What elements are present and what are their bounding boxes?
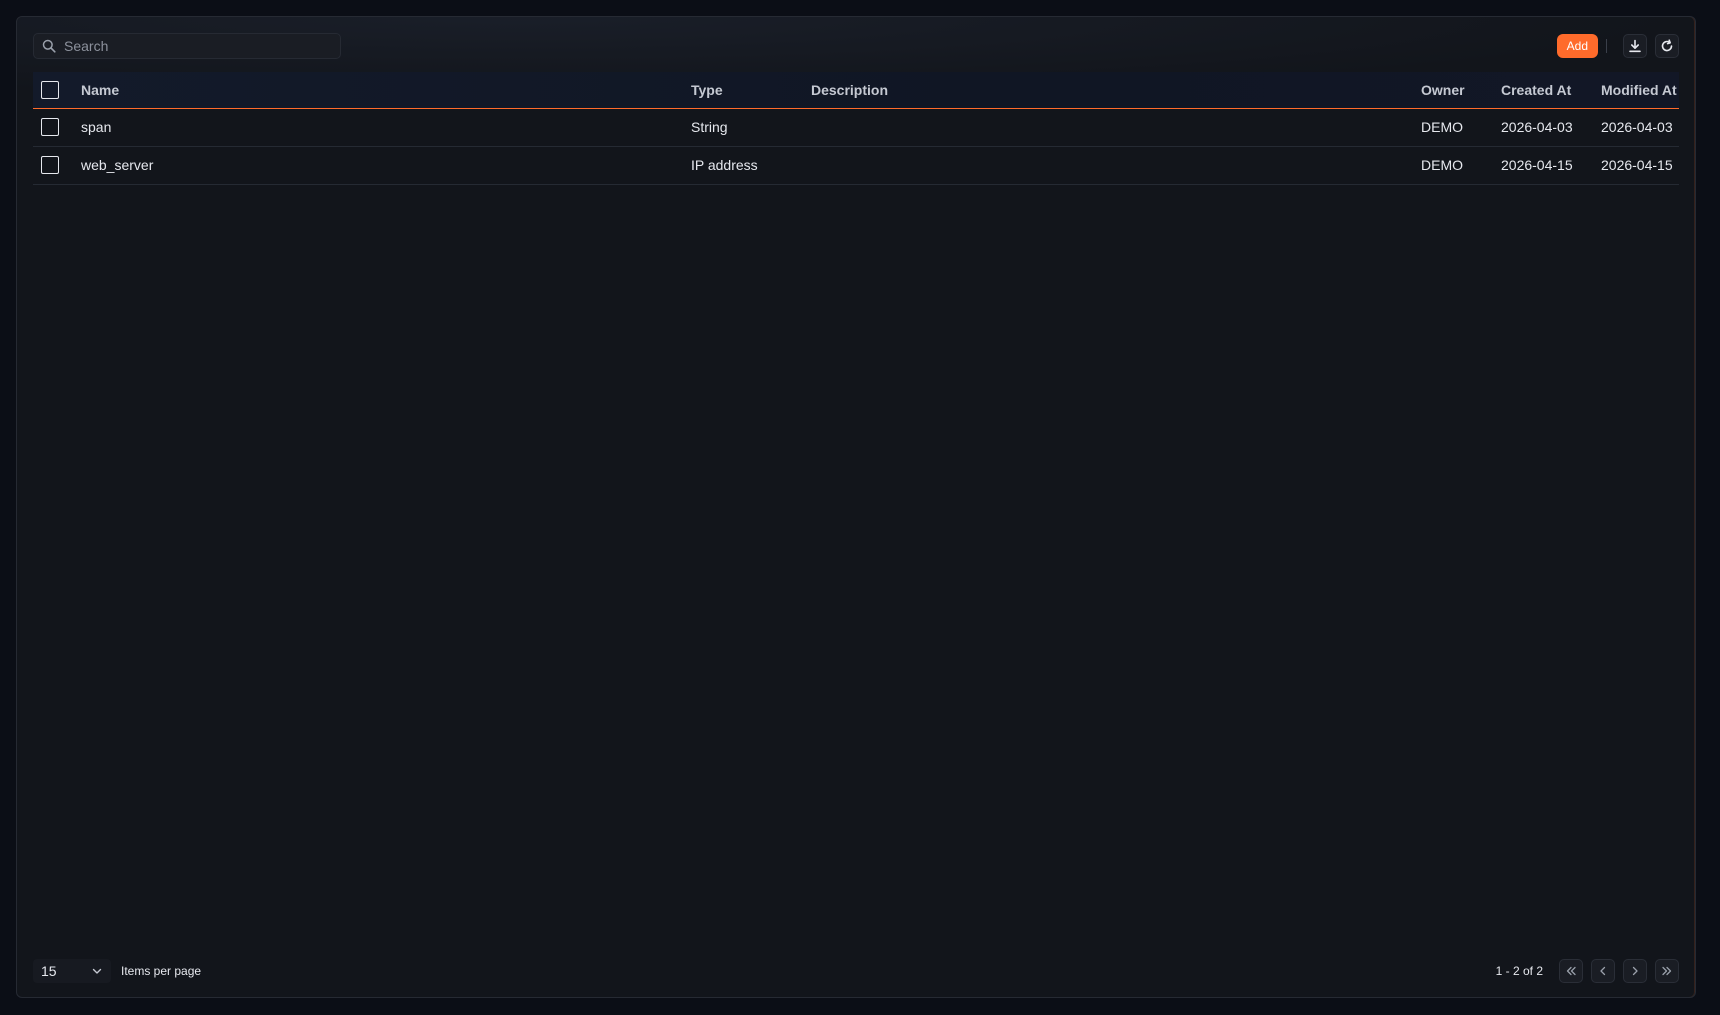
toolbar-divider [1606,39,1607,53]
download-button[interactable] [1623,34,1647,58]
table-body: span String DEMO 2026-04-03 2026-04-03 w… [33,108,1679,184]
table-header-row: Name Type Description Owner Created At M… [33,72,1679,109]
items-per-page-value: 15 [41,963,57,979]
cell-owner: DEMO [1421,119,1463,135]
chevron-left-icon [1600,966,1606,976]
cell-created-at: 2026-04-15 [1501,157,1573,173]
select-all-checkbox[interactable] [41,80,59,99]
double-chevron-left-icon [1566,966,1576,976]
row-select-cell [33,146,81,184]
table-header: Name Type Description Owner Created At M… [33,72,1679,109]
cell-owner: DEMO [1421,157,1463,173]
table-row[interactable]: web_server IP address DEMO 2026-04-15 20… [33,146,1679,184]
first-page-button[interactable] [1559,959,1583,983]
toolbar-actions: Add [1556,33,1679,59]
cell-modified-at: 2026-04-03 [1601,119,1673,135]
cell-created-at: 2026-04-03 [1501,119,1573,135]
double-chevron-right-icon [1662,966,1672,976]
cell-description [811,108,1421,146]
column-header-type[interactable]: Type [691,72,811,109]
items-per-page-label: Items per page [121,964,202,978]
pagination-range: 1 - 2 of 2 [1495,964,1543,978]
list-panel: Add Name [16,16,1696,998]
previous-page-button[interactable] [1591,959,1615,983]
refresh-icon [1661,39,1673,52]
row-checkbox[interactable] [41,118,59,136]
add-button[interactable]: Add [1556,34,1598,58]
refresh-button[interactable] [1655,34,1679,58]
items-per-page-select[interactable]: 15 [33,959,111,983]
chevron-down-icon [92,968,102,974]
select-all-cell [33,72,81,109]
next-page-button[interactable] [1623,959,1647,983]
cell-name[interactable]: web_server [81,146,691,184]
row-select-cell [33,108,81,146]
search-input[interactable] [62,37,326,55]
row-checkbox[interactable] [41,156,59,174]
last-page-button[interactable] [1655,959,1679,983]
column-header-description[interactable]: Description [811,72,1421,109]
page-size-group: 15 Items per page [33,959,201,983]
download-icon [1629,39,1641,53]
pagination: 1 - 2 of 2 [1496,959,1679,983]
chevron-right-icon [1632,966,1638,976]
cell-name[interactable]: span [81,108,691,146]
cell-type: String [691,119,728,135]
data-table: Name Type Description Owner Created At M… [33,72,1679,185]
search-box[interactable] [33,33,341,59]
column-header-created-at[interactable]: Created At [1501,72,1601,109]
cell-type: IP address [691,157,758,173]
column-header-modified-at[interactable]: Modified At [1601,72,1679,109]
column-header-owner[interactable]: Owner [1421,72,1501,109]
column-header-name[interactable]: Name [81,72,691,109]
table-footer: 15 Items per page 1 - 2 of 2 [33,959,1679,983]
cell-description [811,146,1421,184]
table-row[interactable]: span String DEMO 2026-04-03 2026-04-03 [33,108,1679,146]
search-icon [42,39,56,53]
cell-modified-at: 2026-04-15 [1601,157,1673,173]
toolbar: Add [33,33,1679,59]
